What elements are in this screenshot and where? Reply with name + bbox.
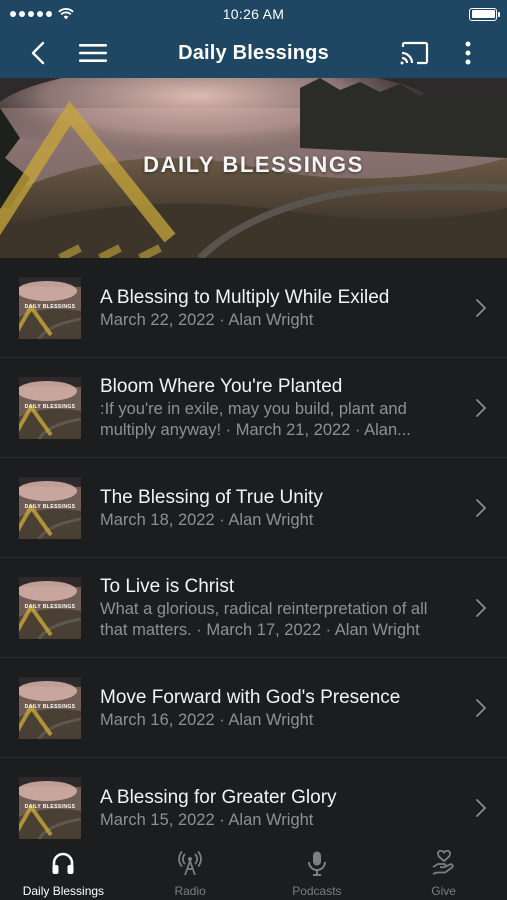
episode-title: A Blessing for Greater Glory	[100, 786, 337, 808]
tab-label: Podcasts	[292, 884, 342, 898]
episode-title: Move Forward with God's Presence	[100, 686, 401, 708]
status-left	[10, 8, 130, 20]
radio-tower-icon	[177, 850, 203, 876]
headphones-icon	[50, 850, 76, 876]
episode-title: Bloom Where You're Planted	[100, 376, 343, 397]
giving-hand-heart-icon	[431, 850, 457, 876]
chevron-right-icon	[476, 299, 486, 317]
list-item[interactable]: DAILY BLESSINGS A Blessing to Multiply Wh…	[0, 258, 507, 358]
battery-level	[471, 10, 495, 18]
chevron-right-icon	[476, 699, 486, 717]
tab-label: Daily Blessings	[22, 884, 105, 898]
episode-text: Move Forward with God's Presence March 16…	[100, 658, 457, 758]
episode-subtitle: March 22, 2022 · Alan Wright	[100, 310, 314, 329]
tab-label: Radio	[174, 884, 206, 898]
episode-thumbnail: DAILY BLESSINGS	[19, 477, 81, 539]
list-item[interactable]: DAILY BLESSINGS Move Forward with God's P…	[0, 658, 507, 758]
episode-thumbnail: DAILY BLESSINGS	[19, 677, 81, 739]
episode-text: Bloom Where You're Planted :If you're in …	[100, 358, 457, 458]
more-options-button[interactable]	[446, 28, 490, 78]
back-button[interactable]	[16, 28, 60, 78]
episode-subtitle: March 18, 2022 · Alan Wright	[100, 510, 314, 529]
episode-thumbnail: DAILY BLESSINGS	[19, 277, 81, 339]
chevron-right-icon	[476, 399, 486, 417]
episode-subtitle: March 16, 2022 · Alan Wright	[100, 710, 314, 729]
episode-subtitle: March 15, 2022 · Alan Wright	[100, 810, 314, 829]
thumbnail-label: DAILY BLESSINGS	[24, 504, 76, 510]
episode-subtitle: :If you're in exile, may you build, plan…	[100, 400, 411, 439]
episode-thumbnail: DAILY BLESSINGS	[19, 777, 81, 839]
episode-thumbnail: DAILY BLESSINGS	[19, 577, 81, 639]
status-bar: 10:26 AM	[0, 0, 507, 28]
thumbnail-label: DAILY BLESSINGS	[24, 604, 76, 610]
tab-radio[interactable]: Radio	[127, 840, 254, 900]
tab-bar: Daily Blessings Radio Podcasts Give	[0, 840, 507, 900]
list-item[interactable]: DAILY BLESSINGS The Blessing of True Unit…	[0, 458, 507, 558]
tab-podcasts[interactable]: Podcasts	[254, 840, 381, 900]
thumbnail-label: DAILY BLESSINGS	[24, 304, 76, 310]
chevron-left-icon	[31, 41, 45, 65]
episode-thumbnail: DAILY BLESSINGS	[19, 377, 81, 439]
episode-list: DAILY BLESSINGS A Blessing to Multiply Wh…	[0, 258, 507, 858]
cast-icon	[400, 41, 429, 65]
list-item[interactable]: DAILY BLESSINGS To Live is Christ What a g…	[0, 558, 507, 658]
menu-button[interactable]	[71, 28, 115, 78]
microphone-icon	[304, 850, 330, 876]
episode-text: A Blessing to Multiply While Exiled March…	[100, 258, 457, 358]
nav-bar: Daily Blessings	[0, 28, 507, 78]
thumbnail-label: DAILY BLESSINGS	[24, 404, 76, 410]
episode-text: The Blessing of True Unity March 18, 2022…	[100, 458, 457, 558]
battery-icon	[469, 7, 500, 21]
hero-banner: DAILY BLESSINGS	[0, 78, 507, 258]
episode-subtitle: What a glorious, radical reinterpretatio…	[100, 600, 428, 639]
episode-text: To Live is Christ What a glorious, radica…	[100, 558, 457, 658]
hamburger-menu-icon	[79, 44, 107, 62]
signal-dots-icon	[10, 11, 52, 17]
episode-title: The Blessing of True Unity	[100, 486, 323, 508]
episode-title: To Live is Christ	[100, 576, 235, 597]
chevron-right-icon	[476, 799, 486, 817]
thumbnail-label: DAILY BLESSINGS	[24, 704, 76, 710]
chevron-right-icon	[476, 599, 486, 617]
tab-label: Give	[431, 884, 456, 898]
list-item[interactable]: DAILY BLESSINGS Bloom Where You're Plante…	[0, 358, 507, 458]
wifi-icon	[58, 8, 74, 20]
chevron-right-icon	[476, 499, 486, 517]
cast-button[interactable]	[393, 28, 437, 78]
banner-title: DAILY BLESSINGS	[143, 152, 364, 177]
thumbnail-label: DAILY BLESSINGS	[24, 804, 76, 810]
vertical-dots-icon	[465, 41, 471, 65]
episode-title: A Blessing to Multiply While Exiled	[100, 286, 390, 308]
tab-give[interactable]: Give	[380, 840, 507, 900]
tab-daily-blessings[interactable]: Daily Blessings	[0, 840, 127, 900]
